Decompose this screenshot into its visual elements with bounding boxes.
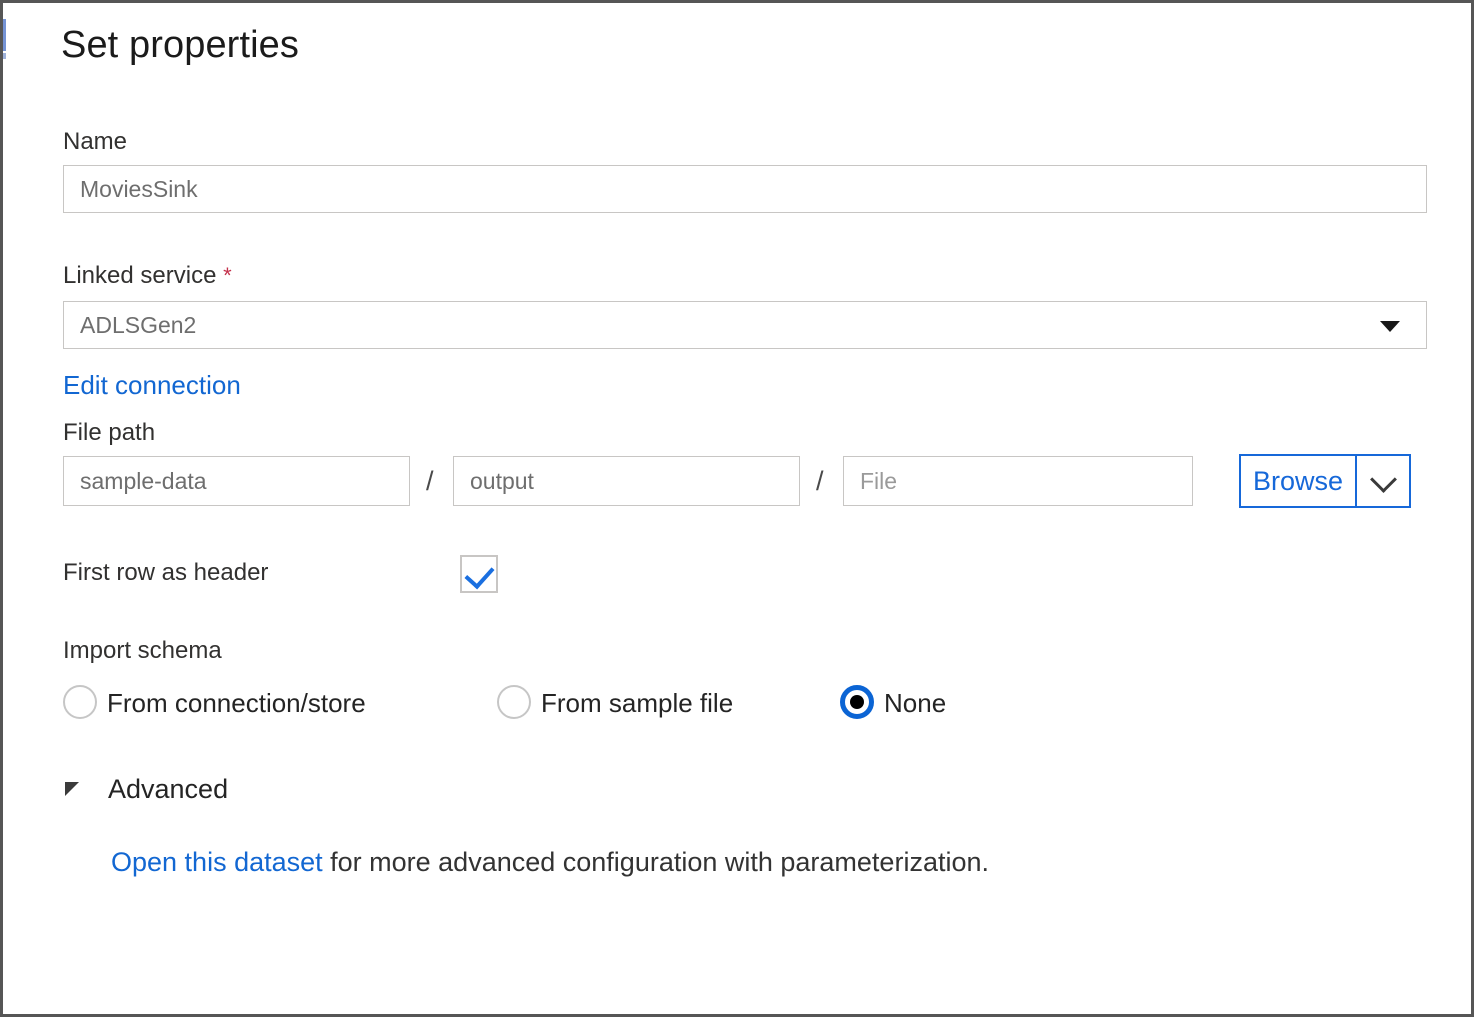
radio-circle-icon [497, 685, 531, 719]
file-path-label: File path [63, 420, 155, 446]
page-title: Set properties [61, 23, 299, 69]
checkmark-icon [464, 559, 494, 590]
linked-service-label-text: Linked service [63, 262, 216, 289]
linked-service-dropdown[interactable]: ADLSGen2 [63, 301, 1427, 349]
file-path-file-input[interactable] [843, 456, 1193, 506]
chevron-down-filled-icon[interactable] [1380, 321, 1400, 332]
radio-from-connection-store-label: From connection/store [107, 683, 366, 723]
open-this-dataset-link[interactable]: Open this dataset [111, 847, 323, 877]
first-row-as-header-label: First row as header [63, 560, 268, 586]
path-separator-2: / [816, 456, 824, 506]
edit-connection-link[interactable]: Edit connection [63, 371, 241, 400]
set-properties-panel: Set properties Name Linked service * ADL… [0, 0, 1474, 1017]
advanced-label: Advanced [108, 771, 228, 807]
radio-none-label: None [884, 683, 946, 723]
file-path-directory-input[interactable] [453, 456, 800, 506]
triangle-expanded-icon [65, 782, 79, 796]
browse-dropdown-button[interactable] [1357, 454, 1411, 508]
advanced-description: Open this dataset for more advanced conf… [111, 846, 989, 878]
name-input[interactable] [63, 165, 1427, 213]
file-path-container-input[interactable] [63, 456, 410, 506]
browse-split-button: Browse [1239, 454, 1411, 508]
chevron-down-icon [1370, 466, 1397, 493]
required-asterisk: * [223, 263, 232, 288]
advanced-description-rest: for more advanced configuration with par… [323, 847, 989, 877]
file-path-row: / / Browse [63, 456, 1431, 506]
name-field-label: Name [63, 129, 127, 155]
linked-service-label: Linked service * [63, 263, 232, 289]
radio-from-sample-file-label: From sample file [541, 683, 733, 723]
radio-circle-icon [63, 685, 97, 719]
first-row-as-header-checkbox[interactable] [460, 555, 498, 593]
browse-button[interactable]: Browse [1239, 454, 1357, 508]
radio-dot-icon [850, 695, 864, 709]
import-schema-label: Import schema [63, 638, 222, 664]
panel-content: Set properties Name Linked service * ADL… [3, 3, 1471, 1014]
linked-service-value: ADLSGen2 [80, 302, 196, 348]
path-separator-1: / [426, 456, 434, 506]
